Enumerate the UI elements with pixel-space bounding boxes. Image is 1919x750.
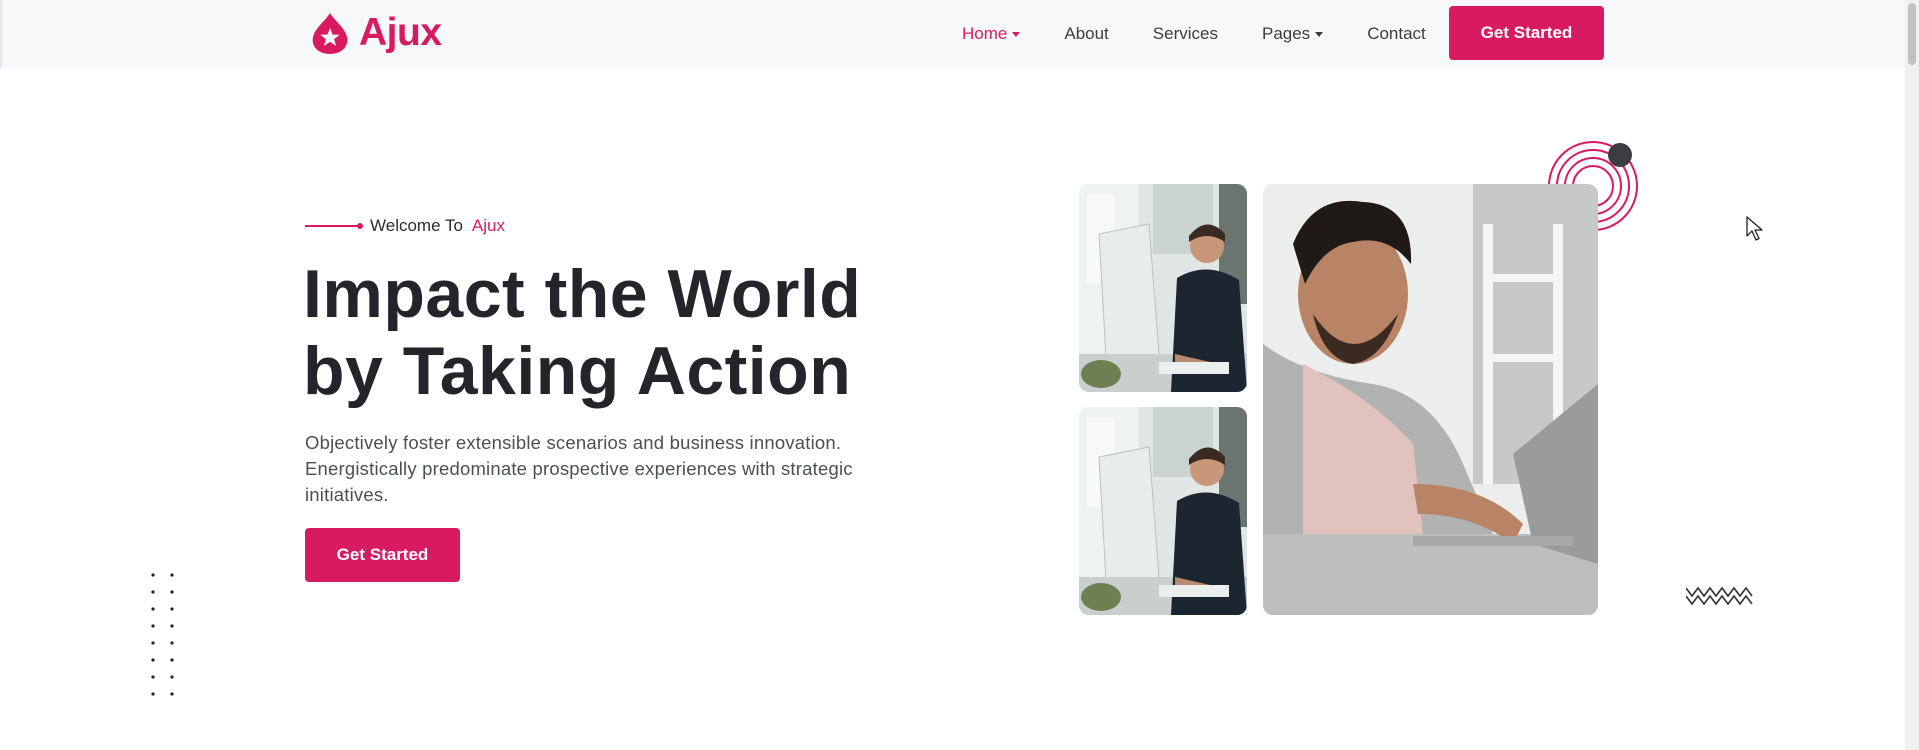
zigzag-decoration: [1686, 586, 1753, 606]
caret-down-icon: [1315, 31, 1324, 37]
dots-grid-decoration: [151, 573, 174, 696]
hero-get-started-button[interactable]: Get Started: [305, 528, 460, 582]
hero-eyebrow: Welcome To Ajux: [305, 216, 505, 236]
nav-item-contact[interactable]: Contact: [1367, 24, 1426, 44]
main-nav: Home About Services Pages Contact: [962, 0, 1470, 68]
eyebrow-prefix: Welcome To: [370, 216, 463, 235]
mouse-cursor-icon: [1746, 216, 1763, 241]
hero-title-line-2: by Taking Action: [303, 333, 852, 409]
header-get-started-button[interactable]: Get Started: [1449, 6, 1604, 60]
page-scrollbar[interactable]: [1905, 0, 1919, 750]
man-with-laptop-photo: [1263, 184, 1598, 615]
eyebrow-brand: Ajux: [471, 216, 505, 235]
man-at-desktop-photo: [1079, 184, 1247, 392]
eyebrow-line-icon: [305, 223, 363, 229]
nav-item-label: Services: [1152, 24, 1218, 43]
nav-item-about[interactable]: About: [1064, 24, 1108, 44]
nav-item-label: About: [1064, 24, 1109, 43]
nav-item-home[interactable]: Home: [962, 24, 1021, 44]
nav-item-services[interactable]: Services: [1153, 24, 1218, 44]
hero-description: Objectively foster extensible scenarios …: [305, 432, 853, 505]
hero-title: Impact the World by Taking Action: [303, 256, 943, 410]
star-drop-icon: [312, 13, 348, 54]
scrollbar-thumb[interactable]: [1908, 3, 1916, 65]
brand-logo-link[interactable]: Ajux: [307, 10, 442, 56]
hero-title-line-1: Impact the World: [303, 256, 862, 332]
caret-down-icon: [1012, 31, 1021, 37]
nav-item-pages[interactable]: Pages: [1261, 24, 1324, 44]
nav-item-label: Pages: [1261, 24, 1311, 43]
brand-name: Ajux: [359, 11, 442, 54]
man-at-desktop-photo: [1079, 407, 1247, 615]
site-header: Ajux Home About Services Pages Contact G…: [0, 0, 1905, 68]
nav-item-label: Home: [962, 24, 1008, 43]
nav-item-label: Contact: [1367, 24, 1426, 43]
